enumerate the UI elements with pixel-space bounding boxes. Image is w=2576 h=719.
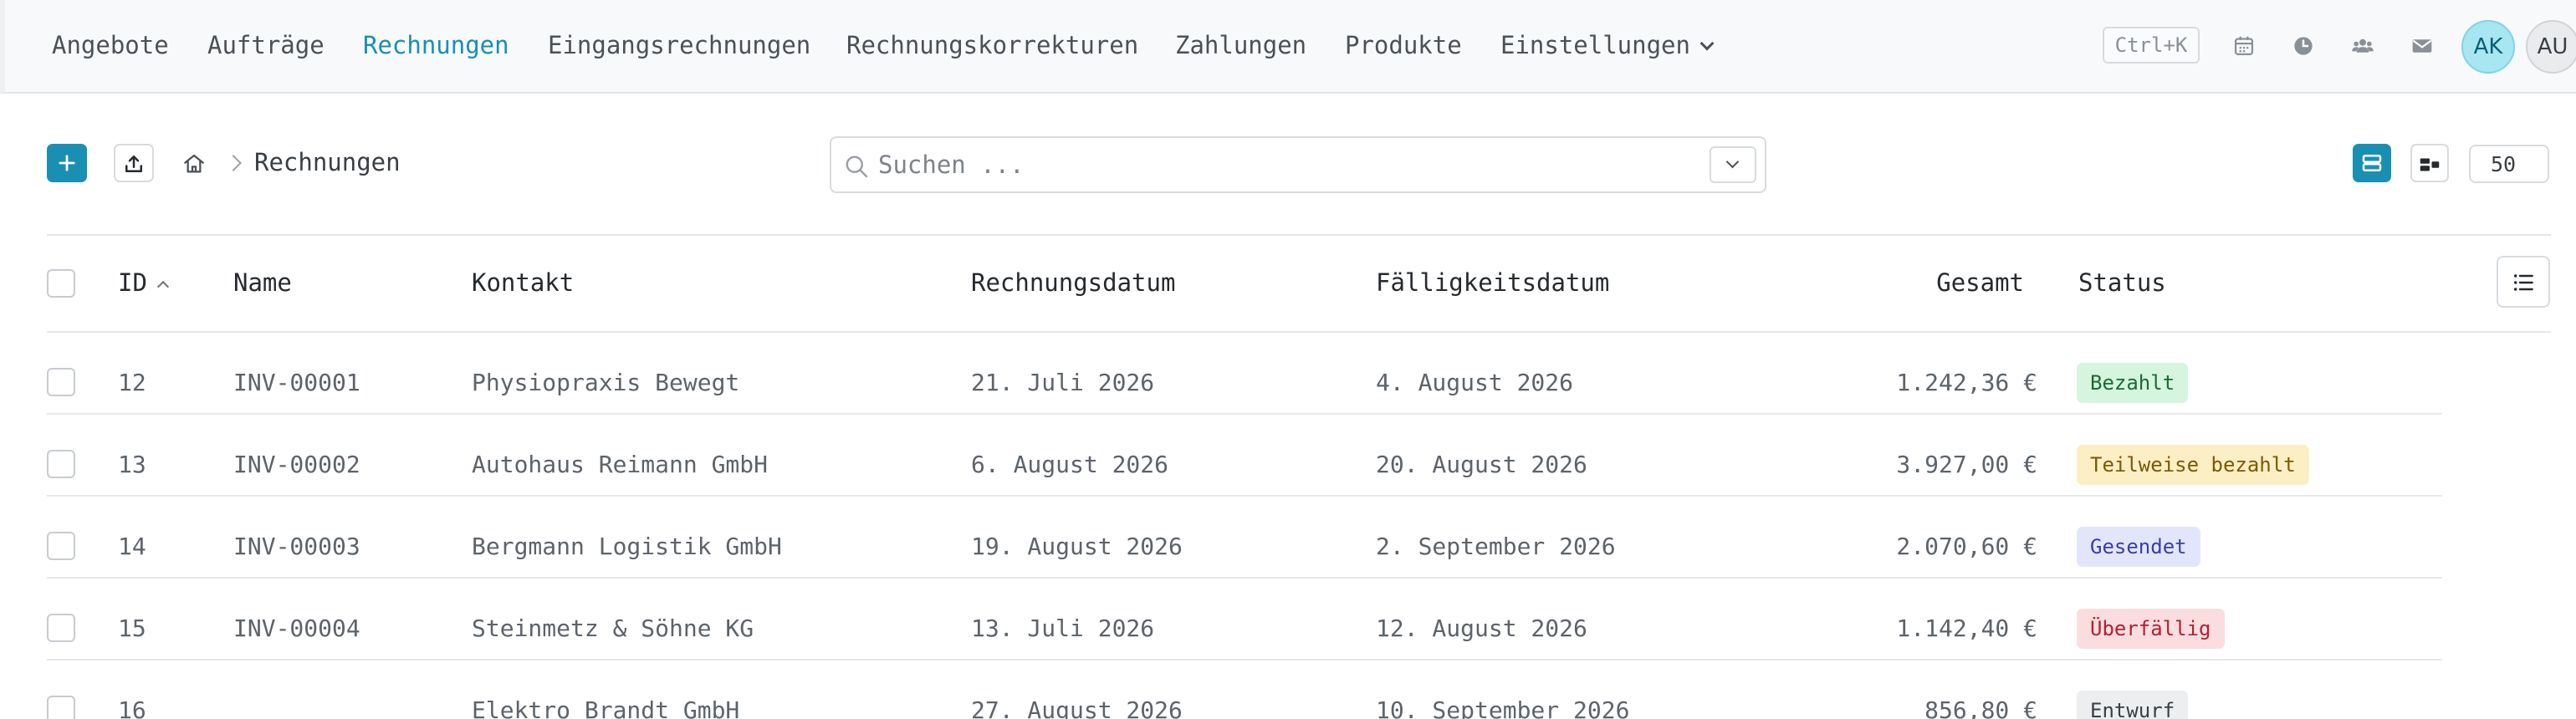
column-header-contact[interactable]: Kontakt: [472, 266, 574, 299]
cell-due-date: 4. August 2026: [1376, 369, 1574, 396]
list-view-button[interactable]: [2353, 144, 2391, 182]
select-all-checkbox[interactable]: [47, 269, 75, 298]
column-header-name[interactable]: Name: [233, 266, 292, 299]
column-settings-button[interactable]: [2497, 256, 2550, 308]
cell-contact: Steinmetz & Söhne KG: [472, 614, 754, 642]
status-badge: Bezahlt: [2077, 363, 2189, 403]
command-palette-shortcut[interactable]: Ctrl+K: [2103, 27, 2200, 64]
cell-id: 13: [118, 451, 146, 478]
list-view-icon: [2362, 155, 2382, 171]
row-divider: [47, 659, 2442, 660]
cell-invoice-date: 27. August 2026: [971, 696, 1183, 719]
cell-id: 14: [118, 533, 146, 560]
status-badge: Teilweise bezahlt: [2077, 445, 2309, 485]
search-icon: [846, 156, 868, 178]
column-header-total[interactable]: Gesamt: [1840, 266, 2024, 299]
clock-icon[interactable]: [2289, 32, 2318, 60]
search-box: [830, 136, 1766, 193]
chevron-down-icon: [1725, 155, 1740, 169]
cell-due-date: 20. August 2026: [1376, 451, 1587, 478]
cell-due-date: 12. August 2026: [1376, 614, 1587, 642]
cell-total: 856,80 €: [1924, 696, 2037, 719]
cell-id: 12: [118, 369, 146, 396]
cell-name[interactable]: INV-00001: [233, 366, 360, 400]
cell-contact: Elektro Brandt GmbH: [472, 696, 740, 719]
cell-id: 15: [118, 614, 146, 642]
avatar-au[interactable]: AU: [2526, 20, 2576, 74]
nav-item-angebote[interactable]: Angebote: [52, 28, 169, 62]
nav-item-rechnungskorrekturen[interactable]: Rechnungskorrekturen: [846, 28, 1138, 62]
row-divider: [47, 495, 2442, 497]
search-options-dropdown[interactable]: [1710, 146, 1756, 183]
cell-id: 16: [118, 696, 146, 719]
cell-invoice-date: 21. Juli 2026: [971, 369, 1155, 396]
upload-icon: [125, 156, 142, 172]
chevron-down-icon: [1699, 36, 1715, 51]
column-header-status[interactable]: Status: [2078, 266, 2166, 299]
cell-name[interactable]: INV-00004: [233, 612, 360, 645]
cell-invoice-date: 19. August 2026: [971, 533, 1183, 560]
cell-contact: Physiopraxis Bewegt: [472, 369, 740, 396]
nav-item-rechnungen[interactable]: Rechnungen: [363, 28, 509, 62]
nav-item-eingangsrechnungen[interactable]: Eingangsrechnungen: [548, 28, 810, 62]
card-view-button[interactable]: [2410, 144, 2449, 182]
cell-total: 3.927,00 €: [1896, 451, 2037, 478]
cell-total: 1.242,36 €: [1896, 369, 2037, 396]
cell-due-date: 2. September 2026: [1376, 533, 1616, 560]
home-icon[interactable]: [181, 150, 207, 177]
table-top-divider: [47, 234, 2551, 236]
status-badge: Überfällig: [2077, 609, 2225, 649]
column-header-due-date[interactable]: Fälligkeitsdatum: [1376, 266, 1609, 299]
cell-contact: Autohaus Reimann GmbH: [472, 451, 769, 478]
row-checkbox[interactable]: [47, 614, 75, 642]
row-divider: [47, 413, 2442, 415]
cell-total: 1.142,40 €: [1896, 614, 2037, 642]
users-icon[interactable]: [2349, 32, 2377, 60]
status-badge: Entwurf: [2077, 691, 2189, 719]
add-invoice-button[interactable]: [47, 144, 87, 182]
row-checkbox[interactable]: [47, 532, 75, 560]
column-header-invoice-date[interactable]: Rechnungsdatum: [971, 266, 1175, 299]
cell-contact: Bergmann Logistik GmbH: [472, 533, 782, 560]
list-settings-icon: [2513, 274, 2533, 291]
cell-name[interactable]: INV-00002: [233, 448, 360, 482]
row-checkbox[interactable]: [47, 450, 75, 478]
nav-item-auftraege[interactable]: Aufträge: [207, 28, 325, 62]
nav-item-einstellungen[interactable]: Einstellungen: [1500, 28, 1715, 62]
breadcrumb-current: Rechnungen: [254, 148, 401, 176]
cell-due-date: 10. September 2026: [1376, 696, 1630, 719]
card-view-icon: [2420, 158, 2440, 171]
plus-icon: [59, 155, 75, 171]
page-size-input[interactable]: [2469, 145, 2549, 183]
row-checkbox[interactable]: [47, 368, 75, 396]
nav-item-einstellungen-label: Einstellungen: [1500, 31, 1690, 59]
row-checkbox[interactable]: [47, 696, 75, 719]
cell-name[interactable]: INV-00003: [233, 530, 360, 563]
mail-icon[interactable]: [2408, 32, 2436, 60]
cell-invoice-date: 13. Juli 2026: [971, 614, 1155, 642]
sort-ascending-icon: [156, 280, 169, 293]
column-header-id-label: ID: [118, 268, 147, 297]
row-divider: [47, 577, 2442, 579]
top-navigation: Angebote Aufträge Rechnungen Eingangsrec…: [0, 0, 2576, 94]
status-badge: Gesendet: [2077, 527, 2200, 567]
row-divider: [47, 331, 2551, 333]
cell-invoice-date: 6. August 2026: [971, 451, 1169, 478]
nav-item-zahlungen[interactable]: Zahlungen: [1175, 28, 1306, 62]
nav-item-produkte[interactable]: Produkte: [1345, 28, 1462, 62]
export-button[interactable]: [114, 144, 154, 182]
calendar-icon[interactable]: [2230, 32, 2258, 60]
column-header-id[interactable]: ID: [118, 266, 169, 299]
avatar-ak[interactable]: AK: [2461, 20, 2515, 74]
cell-total: 2.070,60 €: [1896, 533, 2037, 560]
breadcrumb-separator-icon: [225, 155, 242, 171]
search-input[interactable]: [878, 146, 1681, 183]
